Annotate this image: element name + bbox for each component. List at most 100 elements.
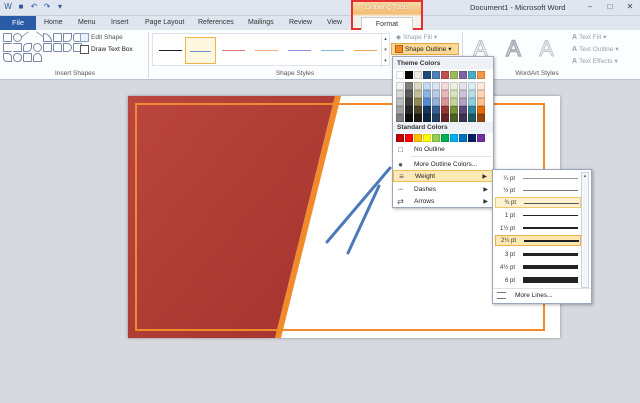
- edit-shape-button[interactable]: Edit Shape: [80, 33, 123, 42]
- draw-text-box-button[interactable]: Draw Text Box: [80, 45, 133, 54]
- theme-shade-swatch[interactable]: [459, 90, 467, 98]
- theme-shade-swatch[interactable]: [468, 114, 476, 122]
- theme-shade-swatch[interactable]: [414, 106, 422, 114]
- theme-shade-swatch[interactable]: [432, 98, 440, 106]
- tab-file[interactable]: File: [0, 16, 36, 30]
- shape-curve-icon[interactable]: [43, 33, 52, 42]
- no-outline-item[interactable]: □ No Outline: [393, 143, 493, 155]
- theme-color-swatch[interactable]: [450, 71, 458, 79]
- shape-rect-icon[interactable]: [43, 43, 52, 52]
- theme-shade-swatch[interactable]: [459, 82, 467, 90]
- theme-shade-swatch[interactable]: [432, 106, 440, 114]
- theme-shade-swatch[interactable]: [405, 114, 413, 122]
- theme-shade-swatch[interactable]: [459, 98, 467, 106]
- standard-color-swatch[interactable]: [396, 134, 404, 142]
- standard-color-swatch[interactable]: [477, 134, 485, 142]
- shape-style-6[interactable]: [317, 37, 348, 64]
- theme-shade-swatch[interactable]: [432, 90, 440, 98]
- tab-mailings[interactable]: Mailings: [248, 16, 274, 30]
- theme-shade-swatch[interactable]: [441, 98, 449, 106]
- redo-icon[interactable]: ↷: [42, 2, 52, 12]
- theme-shade-swatch[interactable]: [468, 90, 476, 98]
- weight-option[interactable]: 6 pt: [495, 275, 581, 286]
- weight-option[interactable]: 1½ pt: [495, 223, 581, 234]
- theme-shade-swatch[interactable]: [396, 98, 404, 106]
- shape-arrow-icon[interactable]: [31, 31, 44, 44]
- theme-shade-swatch[interactable]: [405, 106, 413, 114]
- tab-view[interactable]: View: [327, 16, 342, 30]
- tab-references[interactable]: References: [198, 16, 234, 30]
- weight-option[interactable]: 4½ pt: [495, 262, 581, 273]
- theme-shade-swatch[interactable]: [441, 82, 449, 90]
- standard-color-swatch[interactable]: [405, 134, 413, 142]
- shape-star-icon[interactable]: [23, 43, 32, 52]
- save-icon[interactable]: ■: [16, 2, 26, 12]
- wordart-style-3-icon[interactable]: A: [533, 35, 560, 62]
- shape-style-2[interactable]: [185, 37, 216, 64]
- weight-option[interactable]: ½ pt: [495, 185, 581, 196]
- shape-block-icon[interactable]: [33, 53, 42, 62]
- shape-style-4[interactable]: [251, 37, 282, 64]
- theme-shade-swatch[interactable]: [477, 82, 485, 90]
- theme-shade-swatch[interactable]: [432, 114, 440, 122]
- shape-style-5[interactable]: [284, 37, 315, 64]
- theme-color-swatch[interactable]: [396, 71, 404, 79]
- shape-style-1[interactable]: [155, 37, 186, 64]
- shape-brace-icon[interactable]: [13, 43, 22, 52]
- theme-shade-swatch[interactable]: [405, 90, 413, 98]
- shape-bracket-icon[interactable]: [3, 43, 12, 52]
- shape-cloud-icon[interactable]: [13, 53, 22, 62]
- word-app-icon[interactable]: W: [3, 2, 13, 12]
- theme-shade-swatch[interactable]: [477, 98, 485, 106]
- shape-rect-icon[interactable]: [23, 53, 32, 62]
- theme-shade-swatch[interactable]: [459, 114, 467, 122]
- close-icon[interactable]: ✕: [624, 2, 636, 12]
- shape-banner-icon[interactable]: [3, 53, 12, 62]
- theme-color-swatch[interactable]: [432, 71, 440, 79]
- theme-color-swatch[interactable]: [405, 71, 413, 79]
- weight-item[interactable]: ≡ Weight ▶: [393, 170, 493, 182]
- theme-shade-swatch[interactable]: [396, 82, 404, 90]
- shape-style-7[interactable]: [350, 37, 381, 64]
- theme-shade-swatch[interactable]: [396, 114, 404, 122]
- weight-option[interactable]: ¼ pt: [495, 173, 581, 184]
- more-outline-colors-item[interactable]: ● More Outline Colors...: [393, 158, 493, 170]
- theme-shade-swatch[interactable]: [450, 82, 458, 90]
- theme-shade-swatch[interactable]: [459, 106, 467, 114]
- tab-insert[interactable]: Insert: [111, 16, 129, 30]
- theme-color-swatch[interactable]: [459, 71, 467, 79]
- shape-rect-icon[interactable]: [53, 33, 62, 42]
- theme-shade-swatch[interactable]: [432, 82, 440, 90]
- theme-shade-swatch[interactable]: [423, 106, 431, 114]
- shape-callout-icon[interactable]: [53, 43, 62, 52]
- red-panel-shape[interactable]: [128, 96, 335, 338]
- shape-arrow-right-icon[interactable]: [63, 43, 72, 52]
- theme-shade-swatch[interactable]: [414, 90, 422, 98]
- theme-shade-swatch[interactable]: [396, 106, 404, 114]
- shape-circle-icon[interactable]: [33, 43, 42, 52]
- theme-shade-swatch[interactable]: [441, 90, 449, 98]
- maximize-icon[interactable]: □: [604, 2, 616, 12]
- theme-shade-swatch[interactable]: [423, 114, 431, 122]
- more-lines-item[interactable]: More Lines...: [493, 288, 591, 302]
- weight-option[interactable]: 3 pt: [495, 249, 581, 260]
- text-outline-button[interactable]: A Text Outline ▾: [572, 45, 619, 54]
- customize-icon[interactable]: ▾: [55, 2, 65, 12]
- theme-color-swatch[interactable]: [423, 71, 431, 79]
- theme-shade-swatch[interactable]: [405, 98, 413, 106]
- theme-shade-swatch[interactable]: [450, 90, 458, 98]
- theme-shade-swatch[interactable]: [414, 114, 422, 122]
- theme-shade-swatch[interactable]: [477, 90, 485, 98]
- shape-style-3[interactable]: [218, 37, 249, 64]
- theme-color-swatch[interactable]: [441, 71, 449, 79]
- theme-shade-swatch[interactable]: [423, 82, 431, 90]
- tab-page-layout[interactable]: Page Layout: [145, 16, 184, 30]
- tab-home[interactable]: Home: [44, 16, 63, 30]
- theme-color-swatch[interactable]: [414, 71, 422, 79]
- weight-option-hover[interactable]: ¾ pt: [495, 197, 581, 208]
- theme-shade-swatch[interactable]: [396, 90, 404, 98]
- minimize-icon[interactable]: –: [584, 2, 596, 12]
- theme-color-swatch[interactable]: [477, 71, 485, 79]
- shape-styles-gallery[interactable]: ▴ ▾ ▾: [152, 33, 390, 67]
- theme-shade-swatch[interactable]: [468, 82, 476, 90]
